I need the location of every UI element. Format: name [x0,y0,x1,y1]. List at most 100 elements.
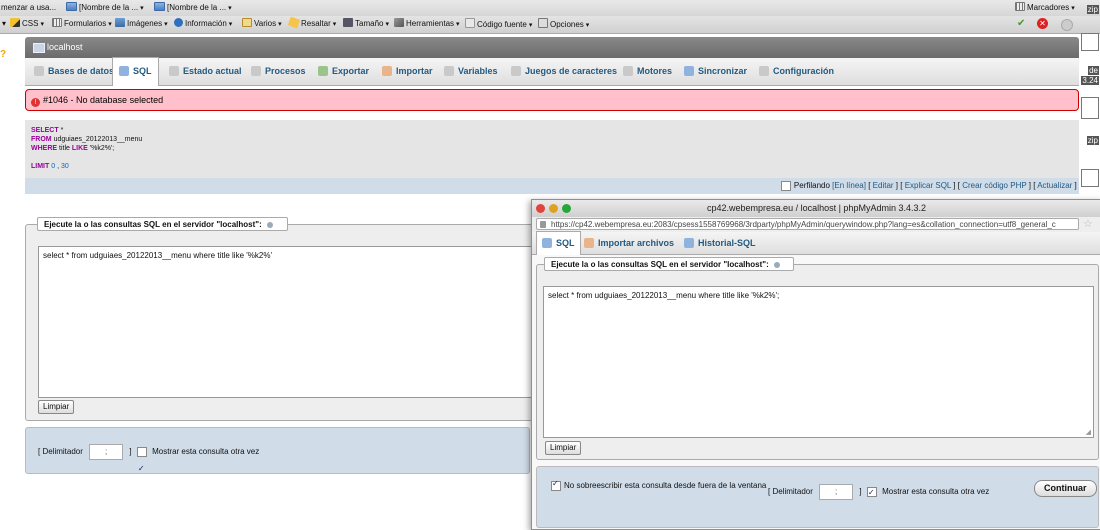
resize-grip-icon[interactable]: ◢ [1086,428,1091,436]
tab-status[interactable]: Estado actual [169,58,242,85]
explain-sql-link[interactable]: Explicar SQL [905,181,951,190]
tab-sql[interactable]: SQL [536,231,581,255]
dev-menu-label: Formularios [64,19,107,28]
tab-sql-history[interactable]: Historial-SQL [684,232,756,254]
dev-menu-label: Tamaño [355,19,384,28]
profiling-label: Perfilando [793,181,830,190]
no-overwrite-checkbox[interactable] [551,479,561,491]
submit-button[interactable]: Continuar [1034,480,1097,497]
help-question-icon[interactable]: ? [0,49,6,60]
bracket: ] [859,487,862,497]
show-query-label: Mostrar esta consulta otra vez [882,487,990,497]
window-title-bar[interactable]: cp42.webempresa.eu / localhost | phpMyAd… [532,200,1100,217]
delimiter-input[interactable]: ; [89,443,124,460]
bookmark-item[interactable]: menzar a usa... [1,2,56,14]
bookmark-folder[interactable]: [Nombre de la ... ▾ [154,2,232,14]
bookmark-folder[interactable]: [Nombre de la ... ▾ [66,2,144,14]
query-window: cp42.webempresa.eu / localhost | phpMyAd… [531,199,1100,530]
dev-menu-highlight[interactable]: Resaltar ▾ [287,16,336,30]
sql-keyword: SELECT [31,127,59,134]
dev-menu-tools[interactable]: Herramientas ▾ [394,18,460,30]
show-query-checkbox[interactable] [866,485,877,501]
tab-charsets[interactable]: Juegos de caracteres [511,58,617,85]
tab-databases[interactable]: Bases de datos [34,58,114,85]
charset-icon [511,66,521,76]
clear-button[interactable]: Limpiar [545,441,582,455]
zoom-window-icon[interactable] [562,204,571,213]
bookmark-star-icon[interactable]: ☆ [1083,217,1093,230]
url-text: https://cp42.webempresa.eu:2083/cpsess15… [551,220,1056,229]
sql-number: 30 [61,163,69,170]
tab-sql[interactable]: SQL [112,57,159,86]
bookmarks-toolbar: menzar a usa... [Nombre de la ... ▾ [Nomb… [0,0,1100,17]
dev-menu-size[interactable]: Tamaño ▾ [343,18,389,30]
validation-check-icon[interactable]: ✔ [1017,18,1025,30]
database-icon [34,66,44,76]
main-tabs: Bases de datos SQL Estado actual Proceso… [25,57,1079,86]
tab-label: Importar archivos [598,238,675,248]
dev-menu-forms[interactable]: Formularios ▾ [52,18,112,30]
tab-engines[interactable]: Motores [623,58,672,85]
server-title[interactable]: localhost [47,41,83,54]
sql-query-textarea[interactable]: select * from udguiaes_20122013__menu wh… [38,246,533,398]
close-window-icon[interactable] [536,204,545,213]
no-overwrite-option: No sobreescribir esta consulta desde fue… [548,479,766,491]
tab-label: Variables [458,66,498,76]
edit-link[interactable]: Editar [873,181,894,190]
minimize-window-icon[interactable] [549,204,558,213]
sql-token: '%k2%'; [89,145,115,152]
dev-menu-options[interactable]: Opciones ▾ [538,18,589,30]
chevron-down-icon: ▾ [228,5,232,12]
window-icon [242,18,252,27]
sql-icon [119,66,129,76]
dev-menu-info[interactable]: Información ▾ [174,18,232,30]
sql-query-textarea[interactable]: select * from udguiaes_20122013__menu wh… [543,286,1094,438]
tab-label: Importar [396,66,433,76]
tab-settings[interactable]: Configuración [759,58,834,85]
folder-icon [154,2,165,11]
bracket: ] [129,447,132,456]
status-circle-icon[interactable] [1061,19,1073,31]
delimiter-label: [ Delimitador [768,487,813,497]
form-icon [52,18,62,27]
dev-menu-misc[interactable]: Varios ▾ [242,18,282,30]
clear-button[interactable]: Limpiar [38,400,75,414]
profiling-checkbox[interactable] [780,180,791,191]
tab-label: Sincronizar [698,66,748,76]
delimiter-input[interactable]: ; [819,484,854,500]
help-icon[interactable] [266,221,273,228]
url-field[interactable]: https://cp42.webempresa.eu:2083/cpsess15… [536,218,1079,230]
gear-icon [251,66,261,76]
dev-menu-label: Opciones [550,20,584,29]
help-icon[interactable] [773,261,780,268]
show-query-checkbox[interactable] [136,445,147,492]
dev-menu-source[interactable]: Código fuente ▾ [465,18,532,30]
create-php-link[interactable]: Crear código PHP [962,181,1026,190]
inline-edit-link[interactable]: [En línea] [832,181,866,190]
dev-menu-label: Varios [254,19,277,28]
refresh-link[interactable]: Actualizar [1037,181,1072,190]
sync-icon [684,66,694,76]
tools-icon [394,18,404,27]
tab-label: Exportar [332,66,370,76]
delimiter-options: [ Delimitador ; ] Mostrar esta consulta … [768,484,990,501]
dev-menu-images[interactable]: Imágenes ▾ [115,18,168,30]
dev-menu-label: Herramientas [406,19,455,28]
sql-keyword: LIMIT [31,163,50,170]
tab-import[interactable]: Importar [382,58,433,85]
bookmarks-menu[interactable]: Marcadores ▾ [1015,2,1075,14]
sql-token: * [60,127,64,134]
tab-synchronize[interactable]: Sincronizar [684,58,747,85]
tab-variables[interactable]: Variables [444,58,498,85]
background-window-fragment [1081,33,1099,51]
source-code-icon [465,18,475,28]
window-title: cp42.webempresa.eu / localhost | phpMyAd… [707,203,926,213]
error-x-icon[interactable]: ✕ [1037,18,1048,29]
tab-processes[interactable]: Procesos [251,58,306,85]
tab-export[interactable]: Exportar [318,58,369,85]
error-message: ! #1046 - No database selected [25,89,1079,111]
bookmarks-icon [1015,2,1025,11]
tab-label: Procesos [265,66,306,76]
tab-import-files[interactable]: Importar archivos [584,232,674,254]
dev-menu-css[interactable]: CSS ▾ [10,18,44,30]
